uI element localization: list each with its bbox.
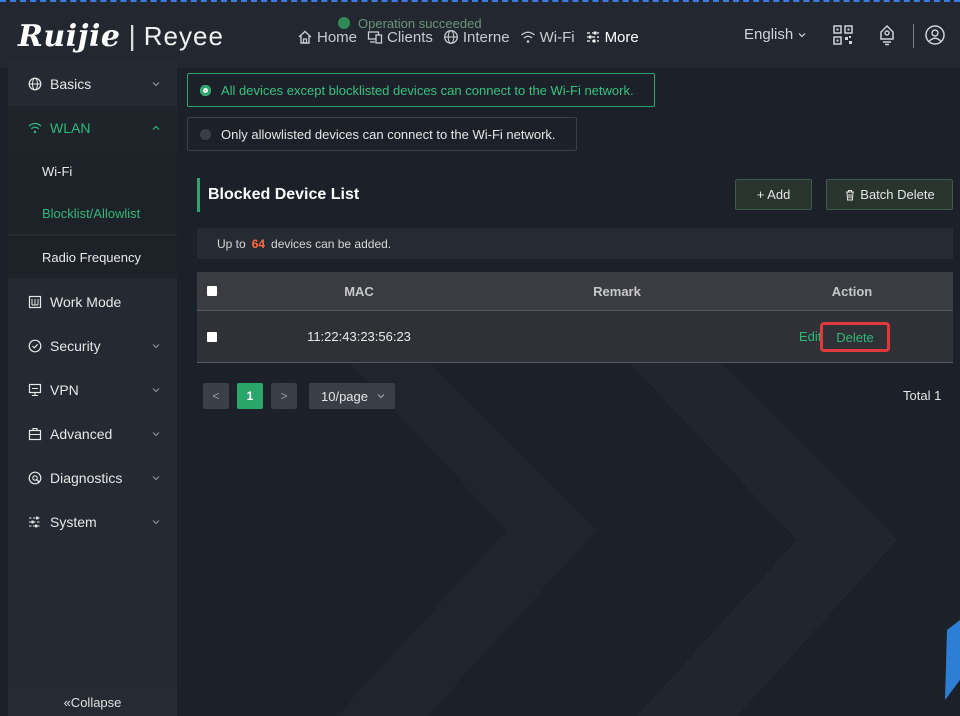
edit-link[interactable]: Edit bbox=[799, 329, 821, 344]
work-mode-icon bbox=[28, 295, 42, 309]
more-icon bbox=[586, 31, 599, 43]
upgrade-icon[interactable] bbox=[876, 24, 898, 46]
advanced-icon bbox=[28, 427, 42, 441]
radio-allowlist-mode[interactable]: Only allowlisted devices can connect to … bbox=[187, 117, 577, 151]
sidebar-item-vpn[interactable]: VPN bbox=[8, 368, 177, 412]
section-title: Blocked Device List bbox=[197, 178, 359, 212]
pagination: < 1 > 10/page bbox=[203, 383, 395, 409]
sidebar-item-wlan[interactable]: WLAN bbox=[8, 106, 177, 150]
add-button[interactable]: + Add bbox=[735, 179, 812, 210]
delete-link[interactable]: Delete bbox=[820, 322, 890, 352]
select-all-checkbox[interactable] bbox=[207, 286, 217, 296]
sidebar-item-label: System bbox=[50, 514, 97, 530]
table-row: 11:22:43:23:56:23 Edit Delete bbox=[197, 311, 953, 363]
chevron-down-icon bbox=[152, 344, 160, 349]
nav-more-label: More bbox=[604, 28, 639, 46]
limit-prefix: Up to bbox=[217, 236, 246, 251]
vpn-icon bbox=[28, 383, 42, 397]
header-remark: Remark bbox=[593, 283, 641, 299]
chevron-down-icon bbox=[152, 432, 160, 437]
radio-allowlist-label: Only allowlisted devices can connect to … bbox=[221, 126, 556, 142]
globe-icon bbox=[443, 30, 458, 44]
nav-wifi[interactable]: Wi-Fi bbox=[520, 29, 575, 46]
trash-icon bbox=[846, 189, 855, 200]
limit-suffix: devices can be added. bbox=[271, 236, 392, 251]
shield-icon bbox=[28, 339, 42, 353]
nav-wifi-label: Wi-Fi bbox=[539, 28, 575, 46]
sidebar: Basics WLAN Wi-Fi Blocklist/Allowlist Ra… bbox=[8, 60, 177, 716]
chevron-up-icon bbox=[152, 125, 160, 130]
sidebar-item-label: Security bbox=[50, 338, 101, 354]
radio-blocklist-mode[interactable]: All devices except blocklisted devices c… bbox=[187, 73, 655, 107]
qr-code-icon[interactable] bbox=[832, 24, 854, 46]
clients-icon bbox=[367, 31, 383, 44]
top-nav: Home Clients Interne Wi-Fi More bbox=[297, 24, 639, 50]
radio-unchecked-icon bbox=[200, 128, 211, 140]
sidebar-item-basics[interactable]: Basics bbox=[8, 62, 177, 106]
next-page-button[interactable]: > bbox=[271, 383, 297, 409]
sidebar-subitem-radio-frequency[interactable]: Radio Frequency bbox=[8, 236, 177, 278]
chevron-down-icon bbox=[152, 82, 160, 87]
sidebar-item-work-mode[interactable]: Work Mode bbox=[8, 280, 177, 324]
chevron-down-icon bbox=[152, 388, 160, 393]
limit-number: 64 bbox=[251, 236, 266, 251]
nav-internet-label: Interne bbox=[462, 28, 510, 46]
nav-home-label: Home bbox=[317, 28, 358, 46]
system-icon bbox=[29, 516, 41, 528]
sidebar-subitem-blocklist-allowlist[interactable]: Blocklist/Allowlist bbox=[8, 192, 177, 234]
sidebar-item-label: Diagnostics bbox=[50, 470, 123, 486]
prev-page-button[interactable]: < bbox=[203, 383, 229, 409]
brand-logo[interactable]: Ruijie | Reyee bbox=[18, 16, 224, 56]
brand-ruijie: Ruijie bbox=[18, 18, 121, 54]
cell-mac: 11:22:43:23:56:23 bbox=[307, 329, 411, 344]
device-limit-info: Up to 64 devices can be added. bbox=[197, 228, 953, 259]
chevron-down-icon bbox=[152, 520, 160, 525]
wifi-icon bbox=[520, 31, 535, 43]
page-size-select[interactable]: 10/page bbox=[309, 383, 395, 409]
home-icon bbox=[298, 30, 312, 44]
sidebar-item-label: Basics bbox=[50, 76, 92, 92]
chevron-down-icon bbox=[377, 394, 385, 399]
wifi-icon bbox=[28, 122, 42, 134]
radio-checked-icon bbox=[200, 84, 211, 96]
sidebar-item-system[interactable]: System bbox=[8, 500, 177, 544]
user-icon[interactable] bbox=[924, 24, 946, 46]
batch-delete-button[interactable]: Batch Delete bbox=[826, 179, 953, 210]
language-select[interactable]: English bbox=[744, 26, 807, 43]
sidebar-item-label: VPN bbox=[50, 382, 79, 398]
nav-clients-label: Clients bbox=[387, 28, 433, 46]
header-divider bbox=[913, 24, 914, 48]
total-count: Total 1 bbox=[903, 388, 942, 403]
diagnostics-icon bbox=[28, 471, 42, 485]
top-bar: Ruijie | Reyee Operation succeeded Home … bbox=[0, 0, 960, 68]
globe-icon bbox=[28, 77, 42, 91]
sidebar-item-security[interactable]: Security bbox=[8, 324, 177, 368]
brand-separator: | bbox=[128, 20, 136, 51]
sidebar-item-diagnostics[interactable]: Diagnostics bbox=[8, 456, 177, 500]
blocked-device-table: MAC Remark Action 11:22:43:23:56:23 Edit… bbox=[197, 272, 953, 363]
brand-reyee: Reyee bbox=[143, 20, 224, 51]
header-mac: MAC bbox=[344, 283, 374, 299]
sidebar-item-label: Work Mode bbox=[50, 294, 122, 310]
row-checkbox[interactable] bbox=[207, 331, 217, 342]
page-size-label: 10/page bbox=[321, 388, 368, 404]
table-header: MAC Remark Action bbox=[197, 272, 953, 311]
radio-blocklist-label: All devices except blocklisted devices c… bbox=[221, 82, 634, 98]
nav-clients[interactable]: Clients bbox=[367, 29, 433, 46]
language-label: English bbox=[744, 26, 794, 43]
chevron-down-icon bbox=[798, 32, 806, 37]
header-action: Action bbox=[831, 283, 873, 299]
nav-more[interactable]: More bbox=[585, 29, 639, 46]
nav-home[interactable]: Home bbox=[297, 29, 357, 46]
sidebar-item-label: Advanced bbox=[50, 426, 113, 442]
sidebar-subitem-wifi[interactable]: Wi-Fi bbox=[8, 150, 177, 192]
main-content: All devices except blocklisted devices c… bbox=[177, 60, 960, 716]
nav-internet[interactable]: Interne bbox=[443, 29, 510, 46]
collapse-button[interactable]: «Collapse bbox=[8, 688, 177, 716]
batch-delete-label: Batch Delete bbox=[860, 187, 935, 202]
page-1-button[interactable]: 1 bbox=[237, 383, 263, 409]
chevron-down-icon bbox=[152, 476, 160, 481]
sidebar-item-label: WLAN bbox=[50, 120, 91, 136]
sidebar-item-advanced[interactable]: Advanced bbox=[8, 412, 177, 456]
